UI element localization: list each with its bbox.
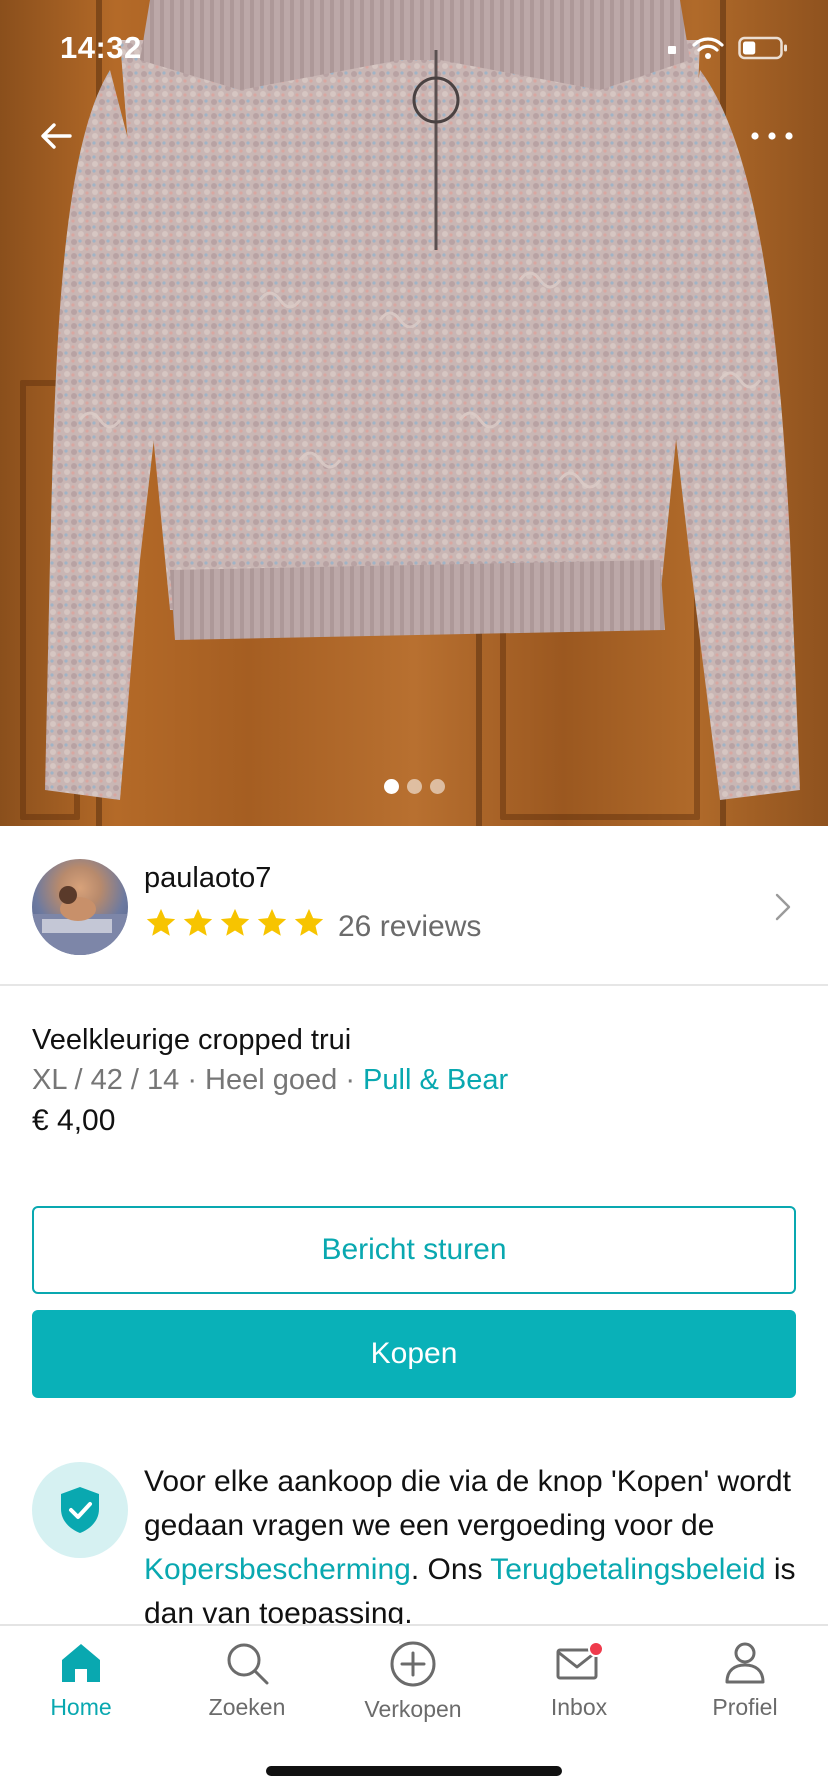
avatar-photo xyxy=(32,886,128,955)
arrow-left-icon xyxy=(41,123,72,149)
protection-text: Voor elke aankoop die via de knop 'Kopen… xyxy=(144,1465,791,1542)
sweater-image xyxy=(45,0,800,800)
home-icon xyxy=(62,1644,100,1682)
buyer-protection-notice: Voor elke aankoop die via de knop 'Kopen… xyxy=(0,1460,828,1625)
back-button[interactable] xyxy=(26,106,86,166)
shield-badge xyxy=(32,1462,128,1558)
battery-icon xyxy=(738,36,787,60)
notification-badge xyxy=(588,1641,604,1657)
star-icon xyxy=(146,908,176,936)
status-icons xyxy=(666,36,788,60)
tab-label: Inbox xyxy=(550,1694,608,1720)
mail-icon xyxy=(556,1641,604,1680)
shield-check-icon xyxy=(61,1487,99,1533)
buy-button[interactable]: Kopen xyxy=(32,1310,796,1398)
buyer-protection-text: Voor elke aankoop die via de knop 'Kopen… xyxy=(144,1460,804,1625)
tab-label: Home xyxy=(50,1694,112,1720)
tab-profile[interactable]: Profiel xyxy=(670,1640,820,1740)
pagination-dot[interactable] xyxy=(429,779,445,794)
tab-sell[interactable]: Verkopen xyxy=(338,1640,488,1740)
separator: · xyxy=(179,1064,206,1096)
separator: · xyxy=(337,1064,364,1096)
star-icon xyxy=(294,908,324,936)
pagination-dot[interactable] xyxy=(383,779,399,794)
more-horizontal-icon xyxy=(751,132,793,140)
item-title: Veelkleurige cropped trui xyxy=(32,1024,352,1056)
item-brand-link[interactable]: Pull & Bear xyxy=(363,1064,508,1096)
item-details: XL / 42 / 14 · Heel goed · Pull & Bear xyxy=(32,1064,508,1097)
product-photo[interactable] xyxy=(0,0,828,826)
item-price: € 4,00 xyxy=(32,1104,116,1137)
seller-avatar[interactable] xyxy=(32,859,128,955)
status-time: 14:32 xyxy=(60,30,142,65)
star-icon xyxy=(183,908,213,936)
tab-label: Verkopen xyxy=(364,1696,462,1722)
tab-label: Profiel xyxy=(712,1694,778,1720)
protection-text: . Ons xyxy=(410,1553,491,1586)
tab-search[interactable]: Zoeken xyxy=(172,1640,322,1740)
pagination-dot[interactable] xyxy=(406,779,422,794)
home-indicator xyxy=(266,1766,562,1776)
star-icon xyxy=(220,908,250,936)
search-icon xyxy=(227,1643,269,1685)
seller-username[interactable]: paulaoto7 xyxy=(144,862,271,895)
seller-row[interactable]: paulaoto7 26 reviews xyxy=(0,826,828,986)
item-condition: Heel goed xyxy=(205,1064,338,1096)
wifi-icon xyxy=(692,37,724,59)
item-size: XL / 42 / 14 xyxy=(32,1064,180,1096)
more-options-button[interactable] xyxy=(742,106,802,166)
star-icon xyxy=(257,908,287,936)
user-icon xyxy=(725,1642,765,1684)
seller-rating xyxy=(144,906,326,940)
photo-pagination[interactable] xyxy=(0,779,828,794)
reviews-count[interactable]: 26 reviews xyxy=(338,910,481,944)
chevron-right-icon xyxy=(775,893,791,921)
plus-circle-icon xyxy=(390,1641,436,1687)
tab-inbox[interactable]: Inbox xyxy=(504,1640,654,1740)
refund-policy-link[interactable]: Terugbetalingsbeleid xyxy=(490,1553,765,1586)
signal-icon xyxy=(668,46,676,54)
buyer-protection-link[interactable]: Kopersbescherming xyxy=(144,1553,411,1586)
send-message-button[interactable]: Bericht sturen xyxy=(32,1206,796,1294)
tab-label: Zoeken xyxy=(208,1694,286,1720)
tab-home[interactable]: Home xyxy=(6,1640,156,1740)
status-bar: 14:32 xyxy=(0,0,828,100)
